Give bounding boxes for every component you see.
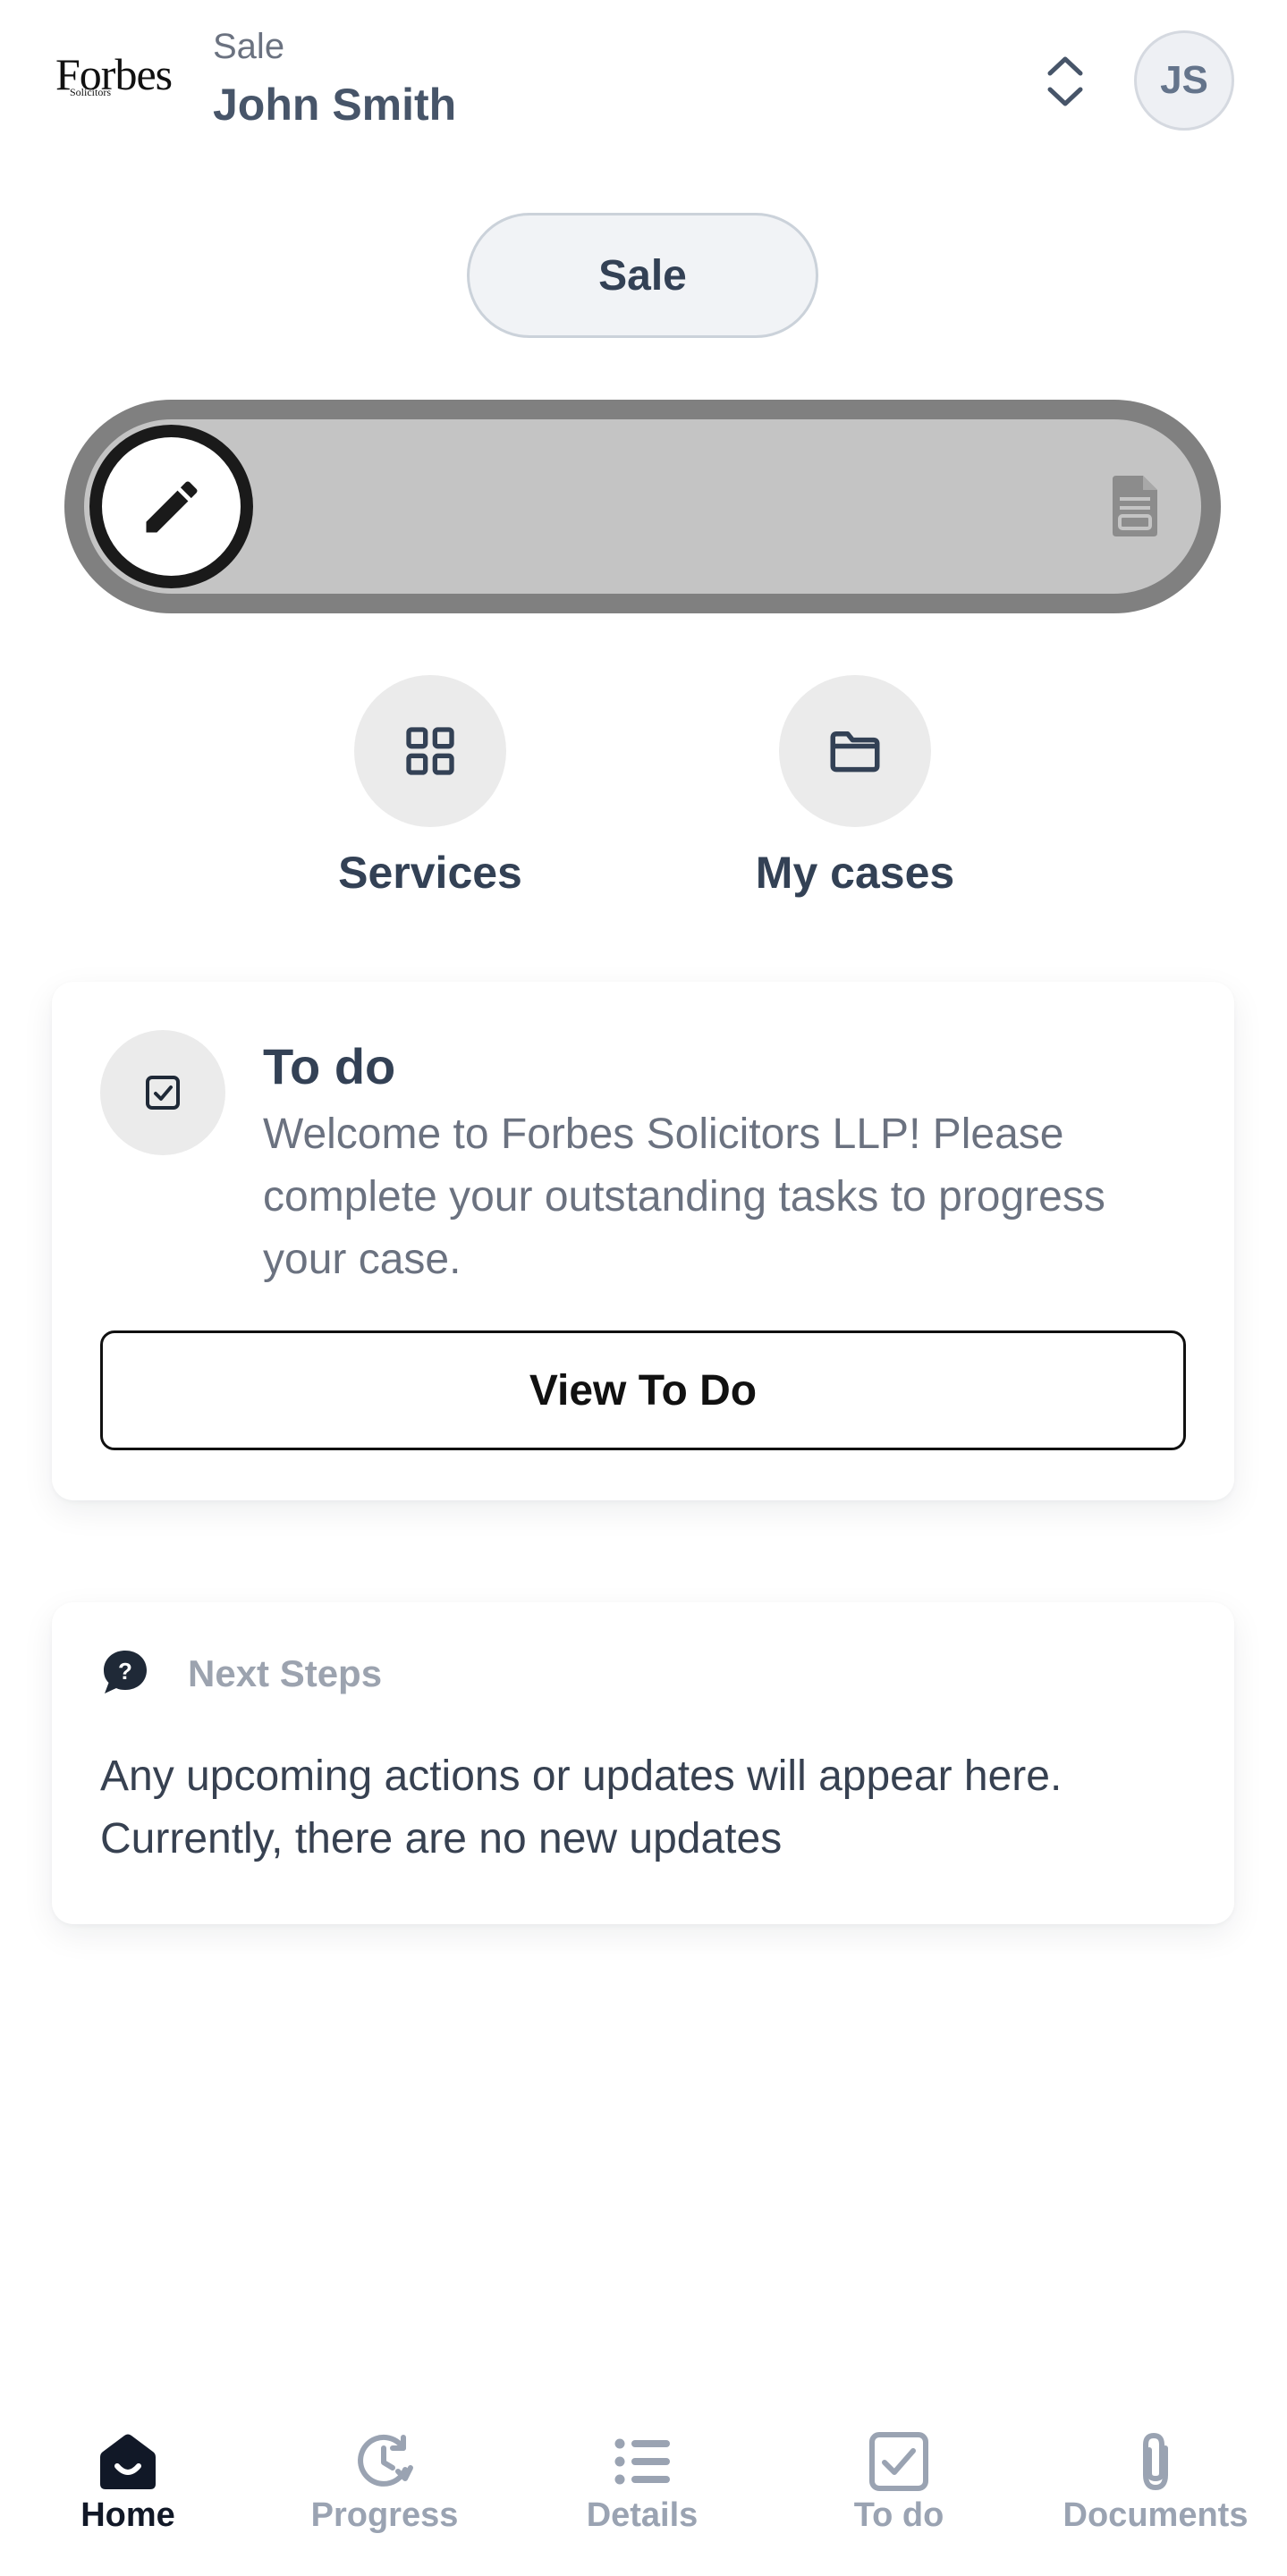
todo-card: To do Welcome to Forbes Solicitors LLP! … xyxy=(52,982,1234,1500)
next-steps-title: Next Steps xyxy=(188,1652,383,1694)
home-icon xyxy=(100,2434,156,2489)
client-name: John Smith xyxy=(213,80,457,130)
checkbox-icon xyxy=(146,1076,180,1110)
nav-todo-label: To do xyxy=(853,2496,944,2534)
todo-icon-circle xyxy=(100,1030,225,1155)
services-label[interactable]: Services xyxy=(338,847,522,899)
svg-text:?: ? xyxy=(118,1658,132,1685)
folder-icon xyxy=(830,731,880,773)
help-chat-icon: ? xyxy=(104,1651,147,1693)
case-type-pill[interactable]: Sale xyxy=(467,213,818,338)
company-logo: Forbes Solicitors xyxy=(55,46,173,102)
nav-details-label: Details xyxy=(586,2496,699,2534)
checkbox-icon xyxy=(869,2432,928,2491)
services-action-circle[interactable] xyxy=(354,675,506,827)
user-avatar[interactable]: JS xyxy=(1134,30,1234,131)
nav-documents-label: Documents xyxy=(1063,2496,1249,2534)
logo-subtitle: Solicitors xyxy=(70,86,112,98)
todo-title: To do xyxy=(263,1038,396,1094)
view-todo-button[interactable]: View To Do xyxy=(100,1330,1186,1450)
next-steps-card: ? Next Steps Any upcoming actions or upd… xyxy=(52,1602,1234,1924)
bottom-navigation: Home Progress Details To do Documents xyxy=(0,2414,1287,2576)
paperclip-icon xyxy=(1143,2432,1168,2491)
progress-track xyxy=(64,400,1221,613)
services-action[interactable]: Services xyxy=(338,675,522,898)
my-cases-action-circle[interactable] xyxy=(779,675,931,827)
pencil-icon xyxy=(146,480,198,532)
list-icon xyxy=(614,2438,670,2485)
header: Forbes Solicitors Sale John Smith JS xyxy=(0,0,1287,170)
document-icon xyxy=(1113,476,1157,536)
clock-icon xyxy=(358,2434,413,2487)
todo-description: Welcome to Forbes Solicitors LLP! Please… xyxy=(263,1111,1105,1283)
nav-home-label: Home xyxy=(80,2496,175,2534)
my-cases-action[interactable]: My cases xyxy=(756,675,954,898)
next-steps-text: Any upcoming actions or updates will app… xyxy=(100,1753,1063,1862)
my-cases-label[interactable]: My cases xyxy=(756,847,954,899)
case-type-label: Sale xyxy=(213,27,285,66)
progress-marker[interactable] xyxy=(89,425,253,588)
chevron-up-down-icon[interactable] xyxy=(1045,52,1086,111)
nav-progress-label: Progress xyxy=(310,2496,459,2534)
grid-icon xyxy=(406,727,454,775)
